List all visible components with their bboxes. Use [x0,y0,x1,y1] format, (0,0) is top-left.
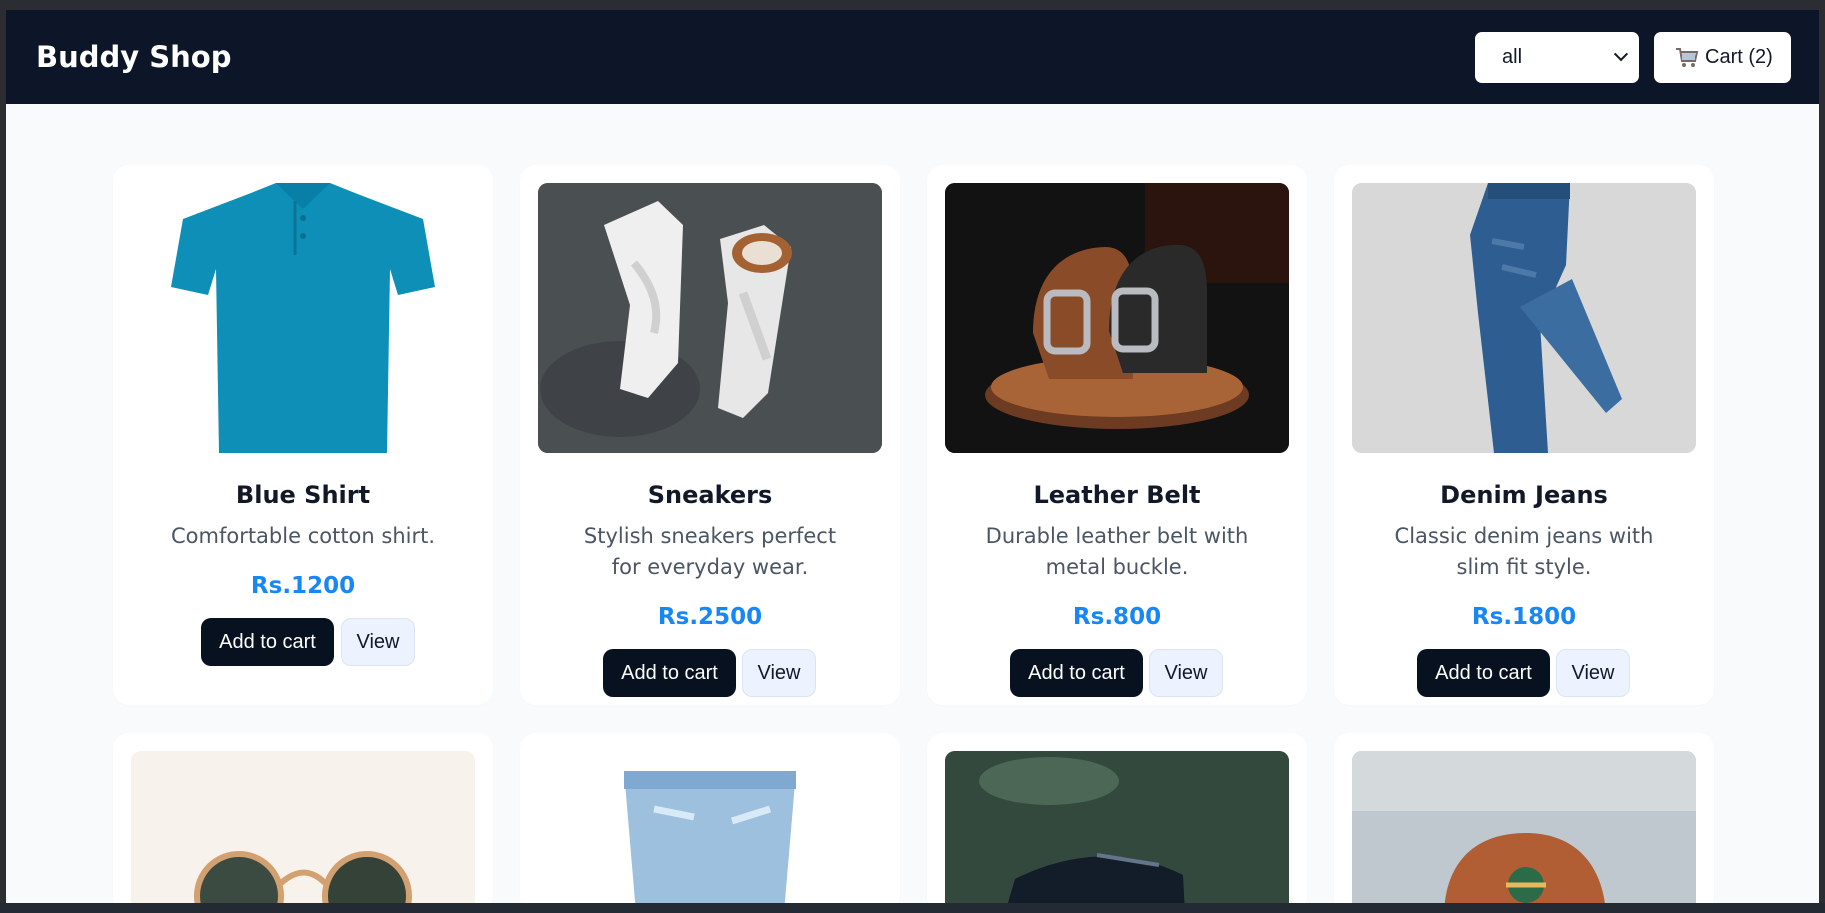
product-description: Classic denim jeans with slim fit style. [1394,524,1654,579]
category-filter-value: all [1502,46,1523,68]
product-description: Stylish sneakers perfect for everyday we… [583,524,837,579]
shop-logo-text: Buddy Shop [36,40,232,74]
product-card-leather-belt: Leather Belt Durable leather belt with m… [927,165,1307,705]
product-image-cap [1352,751,1696,903]
cart-button[interactable]: Cart (2) [1654,32,1791,83]
app-window: Buddy Shop all Cart (2) Blue Shirt Comfo… [6,10,1819,903]
product-card-blue-shirt: Blue Shirt Comfortable cotton shirt. Rs.… [113,165,493,705]
product-card-cap [1334,733,1714,903]
product-card-sunglasses [113,733,493,903]
product-description: Durable leather belt with metal buckle. [985,524,1249,579]
cart-button-label: Cart (2) [1705,46,1773,68]
product-image-leather-belt [945,183,1289,453]
product-price: Rs.800 [1072,604,1162,630]
add-to-cart-button[interactable]: Add to cart [603,649,736,697]
product-description: Comfortable cotton shirt. [170,524,436,548]
product-image-sunglasses [131,751,475,903]
add-to-cart-button[interactable]: Add to cart [1417,649,1550,697]
product-title: Blue Shirt [235,481,371,509]
top-navigation-bar: Buddy Shop all Cart (2) [6,10,1819,104]
product-card-dress-shoes [927,733,1307,903]
product-image-shorts [538,751,882,903]
product-price: Rs.1800 [1471,604,1577,630]
add-to-cart-button[interactable]: Add to cart [1010,649,1143,697]
taskbar-edge [0,903,1825,913]
product-card-sneakers: Sneakers Stylish sneakers perfect for ev… [520,165,900,705]
category-filter-select[interactable]: all [1475,32,1639,83]
add-to-cart-button[interactable]: Add to cart [201,618,334,666]
product-card-shorts [520,733,900,903]
product-title: Sneakers [647,481,773,509]
product-card-denim-jeans: Denim Jeans Classic denim jeans with sli… [1334,165,1714,705]
view-product-button[interactable]: View [341,618,415,666]
product-image-sneakers [538,183,882,453]
view-product-button[interactable]: View [742,649,816,697]
chevron-down-icon [1613,47,1629,62]
view-product-button[interactable]: View [1149,649,1223,697]
product-price: Rs.2500 [657,604,763,630]
view-product-button[interactable]: View [1556,649,1630,697]
product-title: Denim Jeans [1440,481,1608,509]
product-image-denim-jeans [1352,183,1696,453]
product-image-blue-shirt [131,183,475,453]
product-price: Rs.1200 [250,573,356,599]
product-image-dress-shoes [945,751,1289,903]
cart-icon [1676,48,1699,67]
product-title: Leather Belt [1033,481,1201,509]
